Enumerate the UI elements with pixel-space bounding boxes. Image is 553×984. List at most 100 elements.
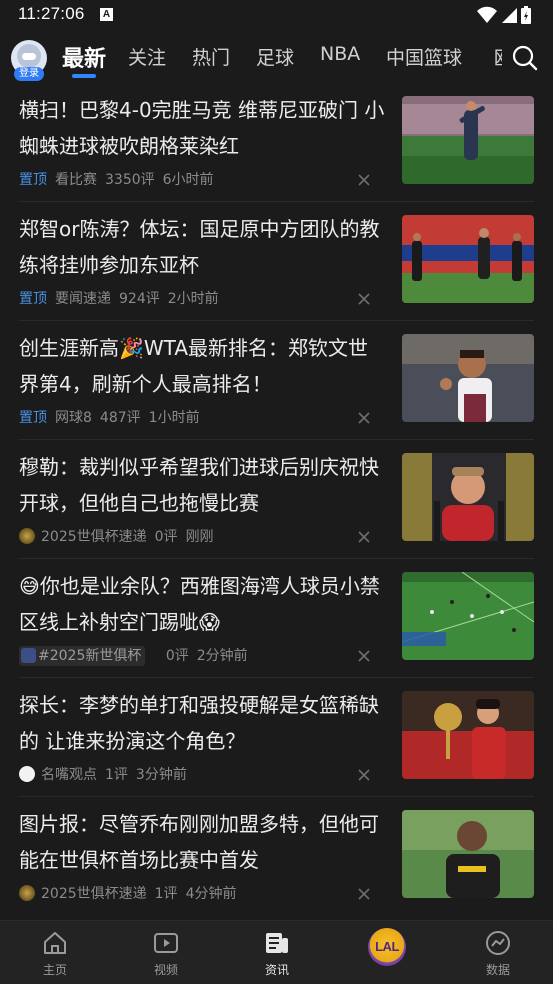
- nav-video[interactable]: 视频: [126, 921, 206, 984]
- news-source[interactable]: 要闻速递: [55, 291, 111, 307]
- status-time: 11:27:06: [18, 4, 85, 23]
- pinned-label: 置顶: [19, 291, 47, 307]
- data-icon: [486, 931, 510, 955]
- tab-latest[interactable]: 最新: [62, 41, 106, 73]
- news-time: 4分钟前: [185, 886, 237, 902]
- news-item[interactable]: 横扫！巴黎4-0完胜马竞 维蒂尼亚破门 小蜘蛛进球被吹朗格莱染红 置顶 看比赛 33…: [0, 84, 553, 202]
- news-title[interactable]: 横扫！巴黎4-0完胜马竞 维蒂尼亚破门 小蜘蛛进球被吹朗格莱染红: [19, 92, 387, 164]
- news-item[interactable]: 穆勒：裁判似乎希望我们进球后别庆祝快开球，但他自己也拖慢比赛 2025世俱杯速递…: [0, 441, 553, 559]
- news-feed[interactable]: 横扫！巴黎4-0完胜马竞 维蒂尼亚破门 小蜘蛛进球被吹朗格莱染红 置顶 看比赛 33…: [0, 84, 553, 920]
- battery-icon: [521, 6, 531, 24]
- news-item[interactable]: 创生涯新高🎉WTA最新排名：郑钦文世界第4，刷新个人最高排名！ 置顶 网球8 487…: [0, 322, 553, 440]
- nav-video-label: 视频: [153, 963, 178, 977]
- tab-hot[interactable]: 热门: [192, 43, 230, 70]
- news-thumbnail[interactable]: [402, 453, 534, 541]
- video-icon: [154, 933, 178, 953]
- nav-data[interactable]: 数据: [458, 921, 538, 984]
- comment-count: 0评: [154, 529, 178, 545]
- signal-icon: [502, 8, 517, 23]
- news-title[interactable]: 郑智or陈涛？体坛：国足原中方团队的教练将挂帅参加东亚杯: [19, 211, 387, 283]
- news-source: #2025新世俱杯: [38, 648, 142, 664]
- news-title[interactable]: 😅你也是业余队？西雅图海湾人球员小禁区线上补射空门踢呲😱: [19, 568, 387, 640]
- tab-chinese-basketball[interactable]: 中国篮球: [386, 43, 462, 70]
- top-navigation: 登录 最新 关注 热门 足球 NBA 中国篮球 欧: [0, 32, 553, 84]
- nav-home-label: 主页: [42, 963, 67, 977]
- tab-following[interactable]: 关注: [128, 43, 166, 70]
- news-item[interactable]: 郑智or陈涛？体坛：国足原中方团队的教练将挂帅参加东亚杯 置顶 要闻速递 924评 2…: [0, 203, 553, 321]
- wifi-icon: [477, 6, 497, 23]
- news-icon: [266, 933, 288, 953]
- pinned-label: 置顶: [19, 172, 47, 188]
- lakers-logo-text: LAL: [375, 939, 399, 954]
- comment-count: 1评: [105, 767, 128, 783]
- close-icon[interactable]: [356, 767, 372, 783]
- item-divider: [19, 439, 534, 440]
- news-meta: 置顶 网球8 487评 1小时前: [19, 408, 208, 428]
- hashtag-icon: [21, 648, 36, 663]
- item-divider: [19, 201, 534, 202]
- tab-europe-partial[interactable]: 欧: [494, 43, 502, 70]
- status-icons: [477, 6, 537, 24]
- comment-count: 0评: [165, 648, 189, 664]
- news-time: 刚刚: [185, 529, 214, 545]
- nav-news[interactable]: 资讯: [237, 921, 317, 984]
- home-icon: [44, 932, 66, 954]
- news-time: 1小时前: [148, 410, 200, 426]
- news-title[interactable]: 穆勒：裁判似乎希望我们进球后别庆祝快开球，但他自己也拖慢比赛: [19, 449, 387, 521]
- news-source[interactable]: 网球8: [55, 410, 92, 426]
- pinned-label: 置顶: [19, 410, 47, 426]
- avatar-face-icon: [17, 44, 41, 68]
- search-icon[interactable]: [511, 44, 539, 72]
- close-icon[interactable]: [356, 291, 372, 307]
- news-thumbnail[interactable]: [402, 572, 534, 660]
- close-icon[interactable]: [356, 648, 372, 664]
- bottom-navigation: 主页 视频 资讯 LAL 数据: [0, 920, 553, 984]
- news-meta: #2025新世俱杯 0评 2分钟前: [19, 646, 256, 666]
- news-title[interactable]: 创生涯新高🎉WTA最新排名：郑钦文世界第4，刷新个人最高排名！: [19, 330, 387, 402]
- news-item[interactable]: 探长：李梦的单打和强投硬解是女篮稀缺的 让谁来扮演这个角色？ 名嘴观点 1评 3分钟…: [0, 679, 553, 797]
- source-avatar-icon: [19, 766, 35, 782]
- notification-a-icon: A: [100, 8, 113, 21]
- news-source[interactable]: 2025世俱杯速递: [41, 529, 147, 545]
- close-icon[interactable]: [356, 172, 372, 188]
- news-item[interactable]: 图片报：尽管乔布刚刚加盟多特，但他可能在世俱杯首场比赛中首发 2025世俱杯速递…: [0, 798, 553, 916]
- topic-tag[interactable]: #2025新世俱杯: [19, 646, 146, 666]
- source-avatar-icon: [19, 528, 35, 544]
- news-meta: 置顶 要闻速递 924评 2小时前: [19, 289, 227, 309]
- news-title[interactable]: 图片报：尽管乔布刚刚加盟多特，但他可能在世俱杯首场比赛中首发: [19, 806, 387, 878]
- news-meta: 名嘴观点 1评 3分钟前: [19, 765, 195, 785]
- nav-home[interactable]: 主页: [15, 921, 95, 984]
- news-meta: 2025世俱杯速递 0评 刚刚: [19, 527, 222, 547]
- close-icon[interactable]: [356, 886, 372, 902]
- news-item[interactable]: 😅你也是业余队？西雅图海湾人球员小禁区线上补射空门踢呲😱 #2025新世俱杯 0…: [0, 560, 553, 678]
- news-thumbnail[interactable]: [402, 215, 534, 303]
- comment-count: 924评: [119, 291, 160, 307]
- login-badge[interactable]: 登录: [14, 67, 44, 81]
- news-time: 2小时前: [167, 291, 219, 307]
- news-source[interactable]: 名嘴观点: [41, 767, 97, 783]
- tab-football[interactable]: 足球: [256, 43, 294, 70]
- news-thumbnail[interactable]: [402, 810, 534, 898]
- close-icon[interactable]: [356, 410, 372, 426]
- nav-data-label: 数据: [485, 963, 510, 977]
- comment-count: 487评: [99, 410, 141, 426]
- news-thumbnail[interactable]: [402, 96, 534, 184]
- status-bar: 11:27:06 A: [0, 0, 553, 32]
- news-meta: 2025世俱杯速递 1评 4分钟前: [19, 884, 244, 904]
- active-tab-indicator: [72, 74, 96, 78]
- news-thumbnail[interactable]: [402, 334, 534, 422]
- news-source[interactable]: 看比赛: [55, 172, 97, 188]
- comment-count: 3350评: [105, 172, 155, 188]
- news-title[interactable]: 探长：李梦的单打和强投硬解是女篮稀缺的 让谁来扮演这个角色？: [19, 687, 387, 759]
- close-icon[interactable]: [356, 529, 372, 545]
- item-divider: [19, 677, 534, 678]
- lakers-logo-icon: LAL: [368, 928, 406, 966]
- news-time: 2分钟前: [196, 648, 248, 664]
- source-avatar-icon: [19, 885, 35, 901]
- news-time: 6小时前: [162, 172, 214, 188]
- news-thumbnail[interactable]: [402, 691, 534, 779]
- tab-nba[interactable]: NBA: [320, 43, 360, 65]
- nav-team[interactable]: LAL: [347, 921, 427, 984]
- news-source[interactable]: 2025世俱杯速递: [41, 886, 147, 902]
- item-divider: [19, 558, 534, 559]
